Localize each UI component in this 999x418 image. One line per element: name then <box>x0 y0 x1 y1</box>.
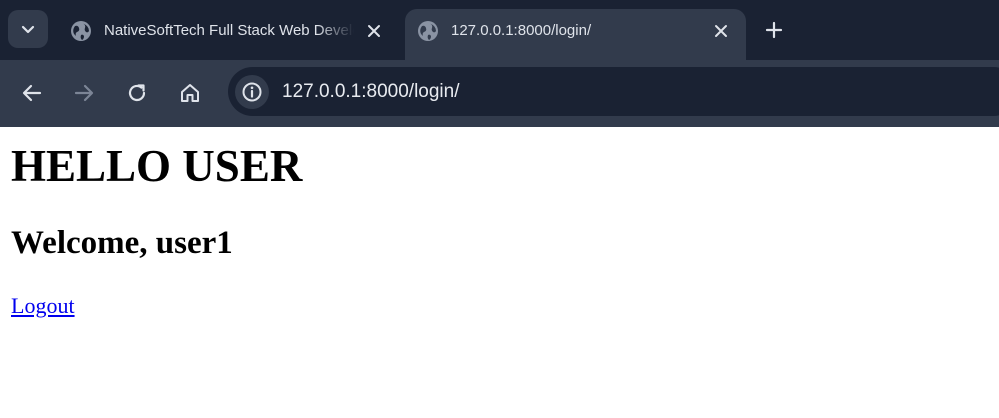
tab-active[interactable]: 127.0.0.1:8000/login/ <box>405 9 746 60</box>
tab-close-button[interactable] <box>709 19 733 43</box>
browser-window: NativeSoftTech Full Stack Web Developer … <box>0 0 999 418</box>
welcome-heading: Welcome, user1 <box>11 225 233 261</box>
tab-search-button[interactable] <box>8 10 48 48</box>
globe-icon <box>418 21 438 41</box>
back-arrow-icon <box>22 84 42 102</box>
address-bar[interactable]: 127.0.0.1:8000/login/ <box>228 67 999 116</box>
tab-title: NativeSoftTech Full Stack Web Developer <box>104 22 354 39</box>
tab-strip: NativeSoftTech Full Stack Web Developer … <box>0 0 999 60</box>
tab-title: 127.0.0.1:8000/login/ <box>451 22 592 39</box>
tab-close-button[interactable] <box>362 19 386 43</box>
back-button[interactable] <box>17 78 47 108</box>
plus-icon <box>765 21 783 39</box>
chevron-down-icon <box>21 25 35 34</box>
forward-button[interactable] <box>69 78 99 108</box>
close-icon <box>715 25 727 37</box>
home-icon <box>181 84 199 102</box>
logout-link[interactable]: Logout <box>11 292 75 320</box>
home-button[interactable] <box>175 78 205 108</box>
toolbar: 127.0.0.1:8000/login/ <box>0 60 999 127</box>
reload-button[interactable] <box>122 78 152 108</box>
tab-inactive[interactable]: NativeSoftTech Full Stack Web Developer <box>58 9 396 60</box>
info-icon <box>242 82 262 102</box>
forward-arrow-icon <box>74 84 94 102</box>
close-icon <box>368 25 380 37</box>
globe-icon <box>71 21 91 41</box>
reload-icon <box>128 84 146 102</box>
page-heading: HELLO USER <box>11 141 303 191</box>
url-text[interactable]: 127.0.0.1:8000/login/ <box>282 79 460 105</box>
site-info-button[interactable] <box>235 75 269 109</box>
new-tab-button[interactable] <box>760 16 788 44</box>
page-content: HELLO USER Welcome, user1 Logout <box>0 127 999 418</box>
